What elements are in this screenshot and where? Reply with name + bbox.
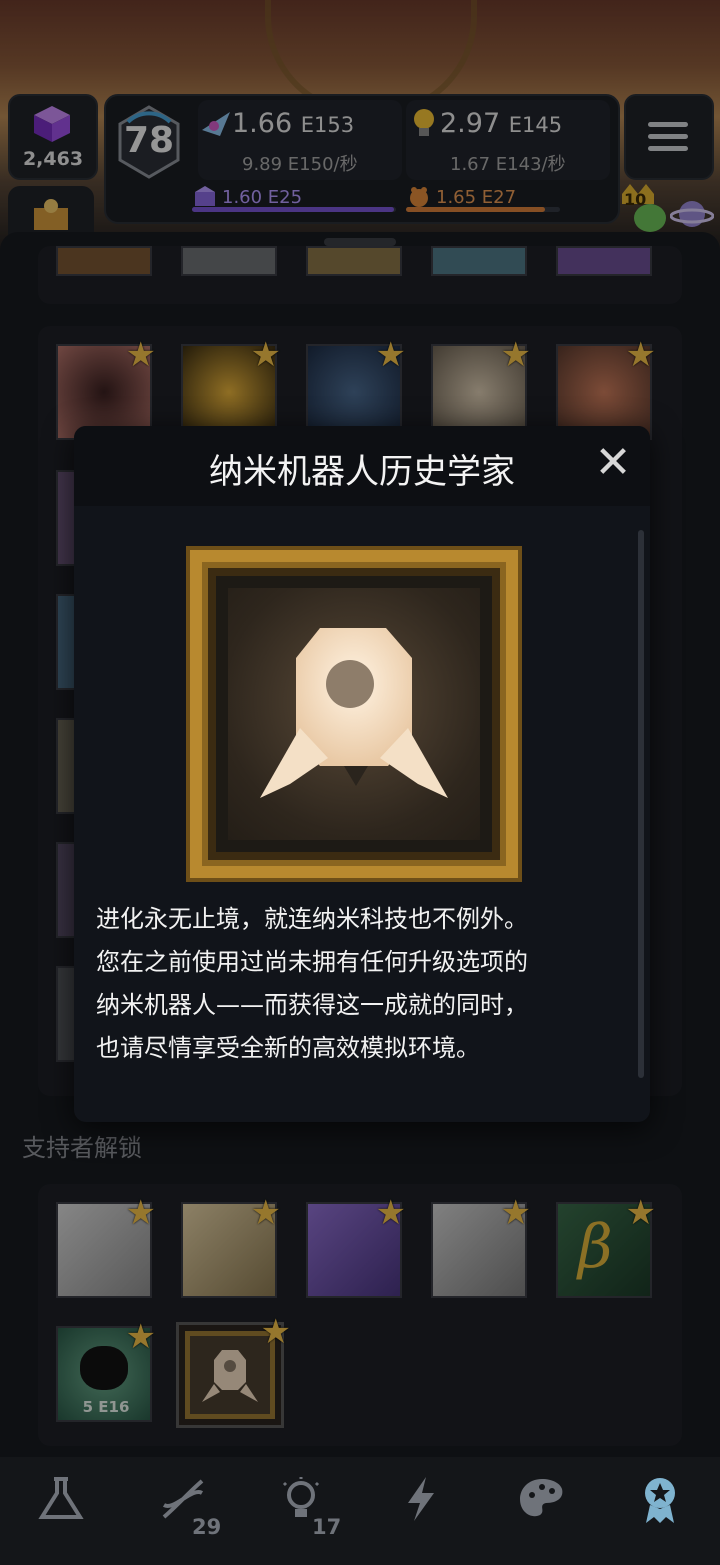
achievement-medal-icon bbox=[645, 1478, 675, 1523]
flask-icon bbox=[38, 1477, 84, 1519]
description-line: 您在之前使用过尚未拥有任何升级选项的 bbox=[96, 948, 528, 976]
dna-tab[interactable]: 29 bbox=[120, 1457, 240, 1565]
ideas-tab[interactable]: 17 bbox=[240, 1457, 360, 1565]
portrait-canvas bbox=[228, 588, 480, 840]
achievement-description: 进化永无止境，就连纳米科技也不例外。 您在之前使用过尚未拥有任何升级选项的 纳米… bbox=[96, 898, 630, 1070]
achievement-detail-dialog: 纳米机器人历史学家 ✕ 进化永无止境，就连纳米科技也不例外。 您在之前使用过尚未… bbox=[74, 426, 650, 1122]
dialog-scrollbar[interactable] bbox=[638, 530, 644, 1078]
lab-tab[interactable] bbox=[0, 1457, 120, 1565]
ideas-tab-badge: 17 bbox=[312, 1515, 342, 1539]
dna-tab-badge: 29 bbox=[192, 1515, 222, 1539]
gold-portrait-frame bbox=[186, 546, 522, 882]
description-line: 也请尽情享受全新的高效模拟环境。 bbox=[96, 1034, 480, 1062]
lightning-icon bbox=[408, 1477, 434, 1521]
energy-tab[interactable] bbox=[360, 1457, 480, 1565]
palette-icon bbox=[520, 1479, 563, 1517]
palette-tab[interactable] bbox=[480, 1457, 600, 1565]
description-line: 纳米机器人——而获得这一成就的同时， bbox=[96, 991, 528, 1019]
close-icon[interactable]: ✕ bbox=[590, 440, 636, 486]
dialog-title: 纳米机器人历史学家 bbox=[209, 452, 515, 492]
dialog-header: 纳米机器人历史学家 ✕ bbox=[74, 426, 650, 506]
achievements-tab[interactable] bbox=[600, 1457, 720, 1565]
description-line: 进化永无止境，就连纳米科技也不例外。 bbox=[96, 905, 528, 933]
bottom-navigation: 29 17 bbox=[0, 1457, 720, 1565]
nanobot-portrait-icon bbox=[260, 628, 448, 798]
